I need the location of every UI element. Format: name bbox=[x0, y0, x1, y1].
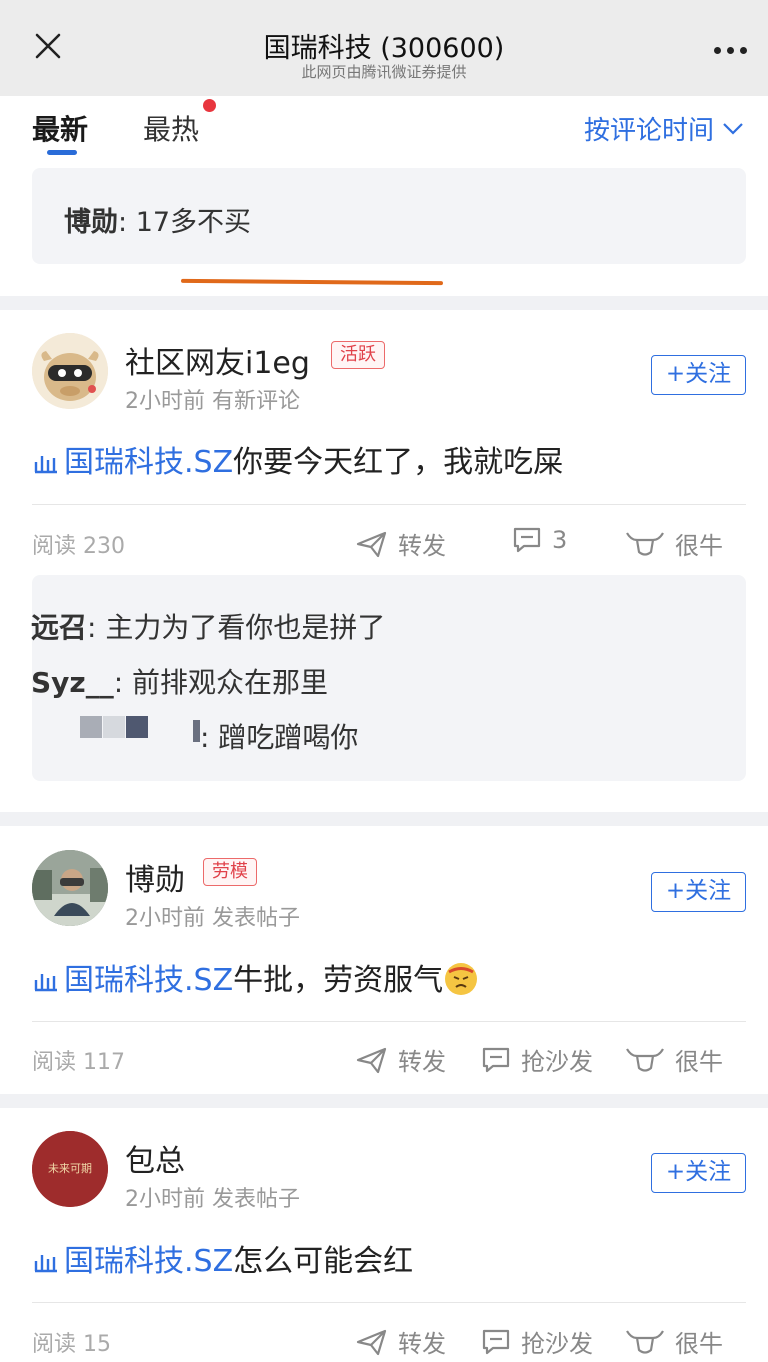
read-count: 阅读 15 bbox=[32, 1332, 111, 1357]
post-body: 牛批，劳资服气 bbox=[233, 963, 444, 998]
post-content: 国瑞科技.SZ牛批，劳资服气 bbox=[32, 955, 478, 999]
stock-icon bbox=[34, 973, 57, 991]
stock-link-label: 国瑞科技.SZ bbox=[64, 445, 234, 480]
comment-icon bbox=[482, 1329, 510, 1354]
page-title: 国瑞科技 (300600) bbox=[263, 33, 505, 64]
forward-button[interactable]: 转发 bbox=[356, 1324, 446, 1359]
forward-button[interactable]: 转发 bbox=[356, 1042, 446, 1077]
post-content: 国瑞科技.SZ怎么可能会红 bbox=[32, 1236, 413, 1280]
tab-latest[interactable]: 最新 bbox=[32, 108, 88, 148]
quoted-comment[interactable]: 博勋: 17多不买 bbox=[32, 168, 746, 264]
stock-link-label: 国瑞科技.SZ bbox=[64, 1244, 234, 1279]
bull-icon bbox=[626, 1329, 664, 1354]
comment-label: 抢沙发 bbox=[521, 1048, 593, 1076]
forward-icon bbox=[356, 1329, 387, 1355]
stock-icon bbox=[34, 1254, 57, 1272]
active-tab-indicator bbox=[47, 150, 77, 155]
username[interactable]: 社区网友i1eg bbox=[125, 338, 310, 382]
redacted-block bbox=[193, 720, 200, 742]
like-label: 很牛 bbox=[675, 1330, 723, 1358]
post-meta: 2小时前 有新评论 bbox=[125, 389, 300, 414]
angry-face-emoji-icon bbox=[445, 963, 478, 995]
forward-label: 转发 bbox=[398, 1330, 446, 1358]
comment-icon bbox=[482, 1047, 510, 1072]
follow-button[interactable]: +关注 bbox=[651, 355, 746, 395]
chevron-down-icon bbox=[723, 122, 743, 135]
avatar[interactable]: 未来可期 bbox=[32, 1131, 108, 1207]
forward-label: 转发 bbox=[398, 532, 446, 560]
quoted-separator: : bbox=[118, 207, 136, 238]
follow-button[interactable]: +关注 bbox=[651, 872, 746, 912]
like-label: 很牛 bbox=[675, 1048, 723, 1076]
like-label: 很牛 bbox=[675, 532, 723, 560]
sort-dropdown[interactable]: 按评论时间 bbox=[584, 110, 744, 147]
tab-hot[interactable]: 最热 bbox=[143, 108, 199, 148]
notification-dot bbox=[203, 99, 216, 112]
sort-label: 按评论时间 bbox=[584, 116, 715, 146]
comment-button[interactable]: 抢沙发 bbox=[481, 1042, 593, 1077]
stock-icon bbox=[34, 455, 57, 473]
follow-button[interactable]: +关注 bbox=[651, 1153, 746, 1193]
post-body: 你要今天红了，我就吃屎 bbox=[233, 445, 564, 480]
status-badge: 劳模 bbox=[203, 858, 257, 886]
reply-text: : 主力为了看你也是拼了 bbox=[87, 611, 386, 644]
post-body: 怎么可能会红 bbox=[233, 1244, 414, 1279]
like-button[interactable]: 很牛 bbox=[625, 1042, 723, 1077]
forward-icon bbox=[356, 531, 387, 557]
comment-count: 3 bbox=[552, 526, 568, 554]
redacted-block bbox=[80, 716, 102, 738]
username[interactable]: 包总 bbox=[125, 1136, 185, 1180]
forward-icon bbox=[356, 1047, 387, 1073]
stock-link[interactable]: 国瑞科技.SZ bbox=[32, 963, 233, 998]
post-content: 国瑞科技.SZ你要今天红了，我就吃屎 bbox=[32, 437, 563, 481]
reply-author: 远召 bbox=[31, 611, 88, 644]
reply-item: : 蹭吃蹭喝你 bbox=[200, 716, 358, 756]
read-count: 阅读 117 bbox=[32, 1050, 125, 1075]
reply-text: : 前排观众在那里 bbox=[113, 666, 329, 699]
reply-text: : 蹭吃蹭喝你 bbox=[200, 721, 359, 754]
stock-link-label: 国瑞科技.SZ bbox=[64, 963, 234, 998]
read-count: 阅读 230 bbox=[32, 534, 125, 559]
divider bbox=[32, 1302, 746, 1303]
reply-item: Syz__: 前排观众在那里 bbox=[31, 661, 328, 701]
quoted-comment-text: 博勋: 17多不买 bbox=[64, 200, 251, 239]
bull-icon bbox=[626, 531, 664, 556]
username[interactable]: 博勋 bbox=[125, 855, 185, 899]
status-badge: 活跃 bbox=[331, 341, 385, 369]
like-button[interactable]: 很牛 bbox=[625, 526, 723, 561]
comment-icon bbox=[513, 527, 541, 553]
comment-label: 抢沙发 bbox=[521, 1330, 593, 1358]
like-button[interactable]: 很牛 bbox=[625, 1324, 723, 1359]
avatar[interactable] bbox=[32, 333, 108, 409]
post-meta: 2小时前 发表帖子 bbox=[125, 906, 300, 931]
avatar[interactable] bbox=[32, 850, 108, 926]
forward-button[interactable]: 转发 bbox=[356, 526, 446, 561]
quoted-content: 17多不买 bbox=[135, 207, 252, 238]
redacted-block bbox=[126, 716, 148, 738]
comment-button[interactable]: 抢沙发 bbox=[481, 1324, 593, 1359]
avatar-text: 未来可期 bbox=[48, 1162, 92, 1175]
quoted-author: 博勋 bbox=[64, 207, 118, 238]
stock-link[interactable]: 国瑞科技.SZ bbox=[32, 1244, 233, 1279]
more-icon[interactable] bbox=[710, 44, 750, 56]
page-subtitle: 此网页由腾讯微证券提供 bbox=[301, 63, 467, 81]
top-bar: 国瑞科技 (300600) 此网页由腾讯微证券提供 bbox=[0, 0, 768, 96]
redacted-block bbox=[103, 716, 125, 738]
reply-item: 远召: 主力为了看你也是拼了 bbox=[31, 606, 385, 646]
divider bbox=[32, 1021, 746, 1022]
bull-icon bbox=[626, 1047, 664, 1072]
stock-link[interactable]: 国瑞科技.SZ bbox=[32, 445, 233, 480]
reply-author: Syz__ bbox=[31, 666, 114, 699]
post-meta: 2小时前 发表帖子 bbox=[125, 1187, 300, 1212]
divider bbox=[32, 504, 746, 505]
forward-label: 转发 bbox=[398, 1048, 446, 1076]
comment-button[interactable]: 3 bbox=[512, 526, 567, 554]
